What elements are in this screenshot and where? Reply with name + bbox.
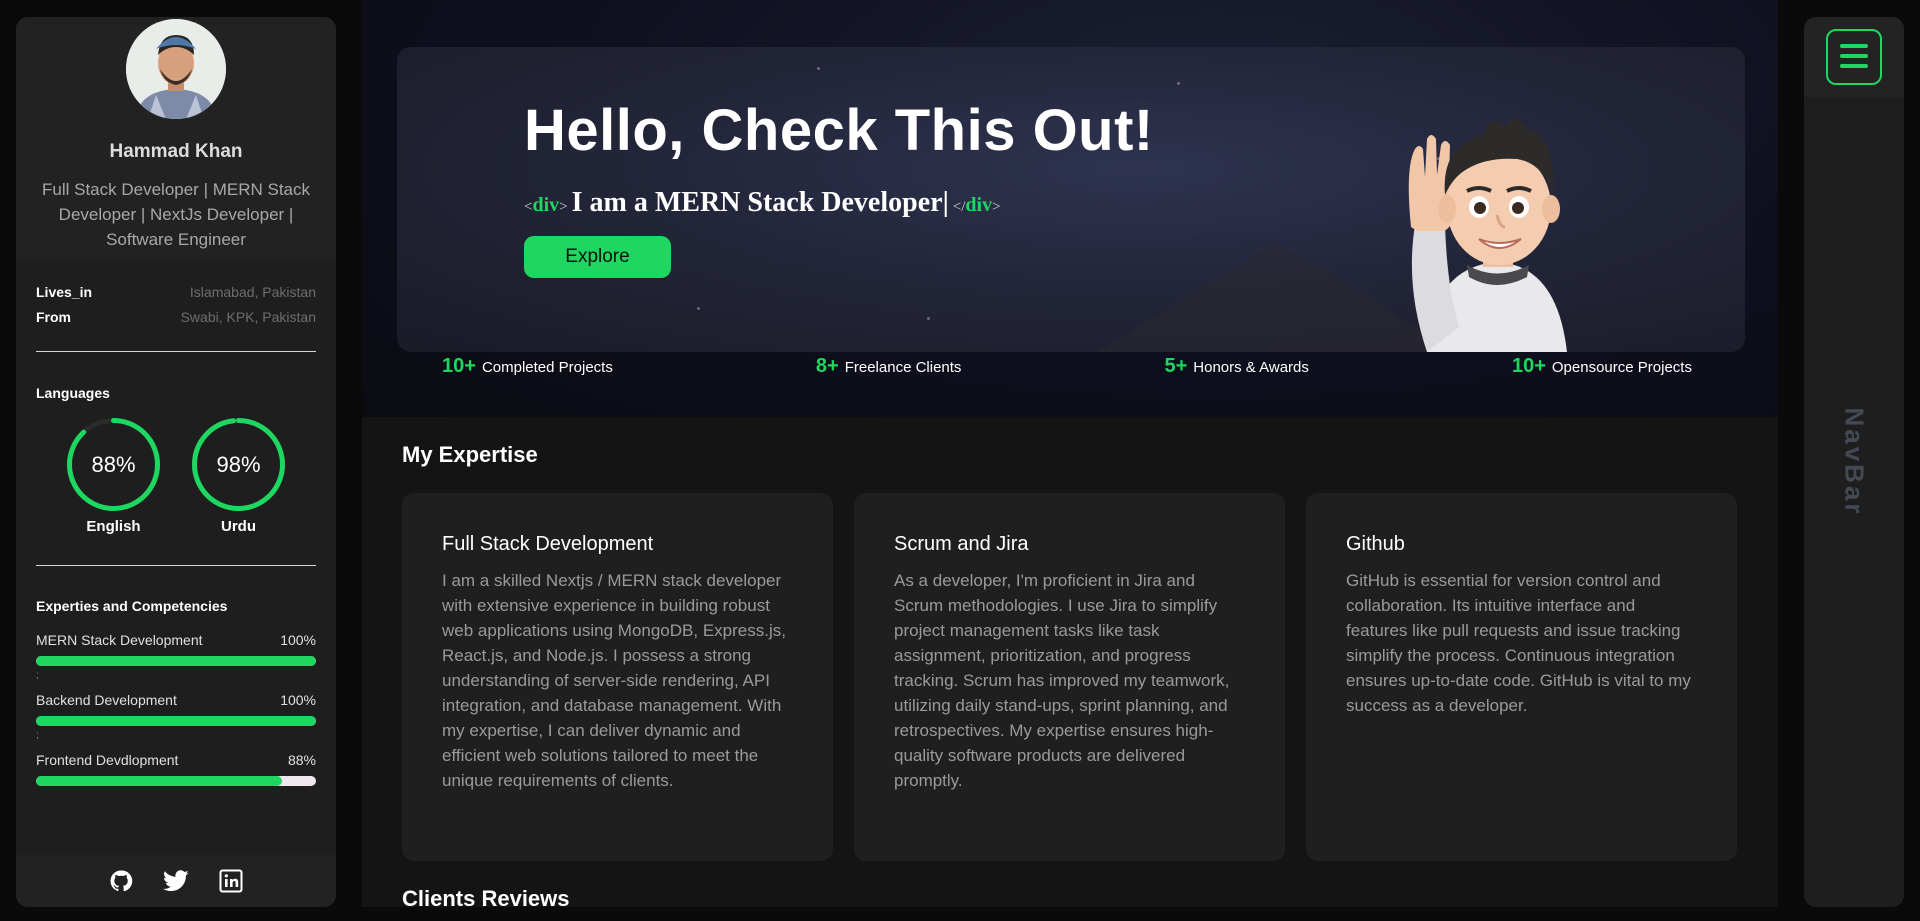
stat-number: 10+ xyxy=(442,355,476,377)
profile-header: Hammad Khan Full Stack Developer | MERN … xyxy=(16,17,336,259)
skill-name: Frontend Devdlopment xyxy=(36,752,179,768)
info-row-lives-in: Lives_in Islamabad, Pakistan xyxy=(36,279,316,304)
tag-close-bracket: > xyxy=(992,199,1001,215)
hero-heading: Hello, Check This Out! xyxy=(524,98,1154,163)
skill-item: Backend Development 100% ; xyxy=(36,692,316,748)
hamburger-icon xyxy=(1838,42,1870,73)
hero-section: Hello, Check This Out! <div> I am a MERN… xyxy=(362,0,1778,417)
info-value: Islamabad, Pakistan xyxy=(189,283,316,300)
profile-info: Lives_in Islamabad, Pakistan From Swabi,… xyxy=(36,259,316,352)
hero-subtitle: <div> I am a MERN Stack Developer| </div… xyxy=(524,187,1001,219)
expertise-card: Scrum and Jira As a developer, I'm profi… xyxy=(854,493,1285,861)
tag-end-open-bracket: </ xyxy=(952,199,966,215)
language-urdu: 98% Urdu xyxy=(191,417,286,535)
avatar xyxy=(126,19,226,119)
tag-name: div xyxy=(532,194,560,216)
expertise-title: My Expertise xyxy=(402,442,538,467)
skill-percent: 100% xyxy=(280,632,316,648)
hero-banner: Hello, Check This Out! <div> I am a MERN… xyxy=(397,47,1745,352)
language-name: Urdu xyxy=(221,518,256,535)
waving-memoji-avatar xyxy=(1387,97,1587,352)
stats-bar: 10+ Completed Projects 8+ Freelance Clie… xyxy=(442,355,1692,378)
card-title: Scrum and Jira xyxy=(894,533,1029,555)
skill-percent: 100% xyxy=(280,692,316,708)
skill-progress-bar xyxy=(36,776,316,786)
stat-honors-awards: 5+ Honors & Awards xyxy=(1164,355,1308,378)
tag-close-bracket: > xyxy=(559,199,568,215)
card-text: GitHub is essential for version control … xyxy=(1346,571,1691,715)
stat-completed-projects: 10+ Completed Projects xyxy=(442,355,613,378)
skills-section: Experties and Competencies MERN Stack De… xyxy=(36,566,316,786)
profile-sidebar: Hammad Khan Full Stack Developer | MERN … xyxy=(16,17,336,907)
skill-progress-bar xyxy=(36,656,316,666)
skill-percent: 88% xyxy=(287,752,316,768)
stat-label: Opensource Projects xyxy=(1551,359,1692,376)
hero-role-text: I am a MERN Stack Developer| xyxy=(571,187,949,218)
skill-separator: ; xyxy=(36,730,39,741)
skill-progress-fill xyxy=(36,776,283,786)
explore-button[interactable]: Explore xyxy=(524,236,671,278)
linkedin-icon[interactable] xyxy=(219,869,243,893)
twitter-icon[interactable] xyxy=(163,870,189,892)
card-title: Full Stack Development xyxy=(442,533,654,555)
stat-opensource-projects: 10+ Opensource Projects xyxy=(1512,355,1692,378)
language-ring: 88% xyxy=(66,417,161,512)
skill-item: Frontend Devdlopment 88% xyxy=(36,752,316,786)
languages-title: Languages xyxy=(36,385,110,401)
stat-label: Completed Projects xyxy=(481,359,613,376)
stat-number: 8+ xyxy=(815,355,839,377)
languages-section: Languages 88% English 98% Urdu xyxy=(36,352,316,566)
stat-freelance-clients: 8+ Freelance Clients xyxy=(816,355,962,378)
skill-progress-fill xyxy=(36,716,316,726)
skill-separator: ; xyxy=(36,670,39,681)
info-value: Swabi, KPK, Pakistan xyxy=(180,308,316,325)
language-percent: 98% xyxy=(216,452,261,477)
menu-button[interactable] xyxy=(1826,29,1882,85)
card-text: I am a skilled Nextjs / MERN stack devel… xyxy=(442,571,786,790)
main-content: Hello, Check This Out! <div> I am a MERN… xyxy=(362,0,1778,907)
stat-label: Freelance Clients xyxy=(844,359,962,376)
profile-title: Full Stack Developer | MERN Stack Develo… xyxy=(42,180,310,249)
right-navbar: NavBar xyxy=(1804,17,1904,907)
tag-name: div xyxy=(965,194,993,216)
language-percent: 88% xyxy=(91,452,136,477)
social-links xyxy=(16,855,336,907)
skills-title: Experties and Competencies xyxy=(36,598,228,614)
info-key: Lives_in xyxy=(36,283,93,300)
info-key: From xyxy=(36,308,71,325)
skill-progress-bar xyxy=(36,716,316,726)
card-text: As a developer, I'm proficient in Jira a… xyxy=(894,571,1230,790)
info-row-from: From Swabi, KPK, Pakistan xyxy=(36,304,316,329)
stat-number: 10+ xyxy=(1511,355,1546,377)
skill-progress-fill xyxy=(36,656,316,666)
language-ring: 98% xyxy=(191,417,286,512)
skill-name: MERN Stack Development xyxy=(36,632,203,648)
language-english: 88% English xyxy=(66,417,161,535)
expertise-card: Github GitHub is essential for version c… xyxy=(1306,493,1737,861)
github-icon[interactable] xyxy=(109,869,133,893)
profile-name: Hammad Khan xyxy=(109,141,243,162)
navbar-label: NavBar xyxy=(1839,407,1870,517)
skill-item: MERN Stack Development 100% ; xyxy=(36,632,316,688)
expertise-card: Full Stack Development I am a skilled Ne… xyxy=(402,493,833,861)
skill-name: Backend Development xyxy=(36,692,177,708)
card-title: Github xyxy=(1346,533,1405,555)
stat-number: 5+ xyxy=(1164,355,1188,377)
language-name: English xyxy=(86,518,141,535)
expertise-cards: Full Stack Development I am a skilled Ne… xyxy=(402,493,1737,861)
stat-label: Honors & Awards xyxy=(1193,359,1309,376)
clients-reviews-title: Clients Reviews xyxy=(402,886,570,907)
